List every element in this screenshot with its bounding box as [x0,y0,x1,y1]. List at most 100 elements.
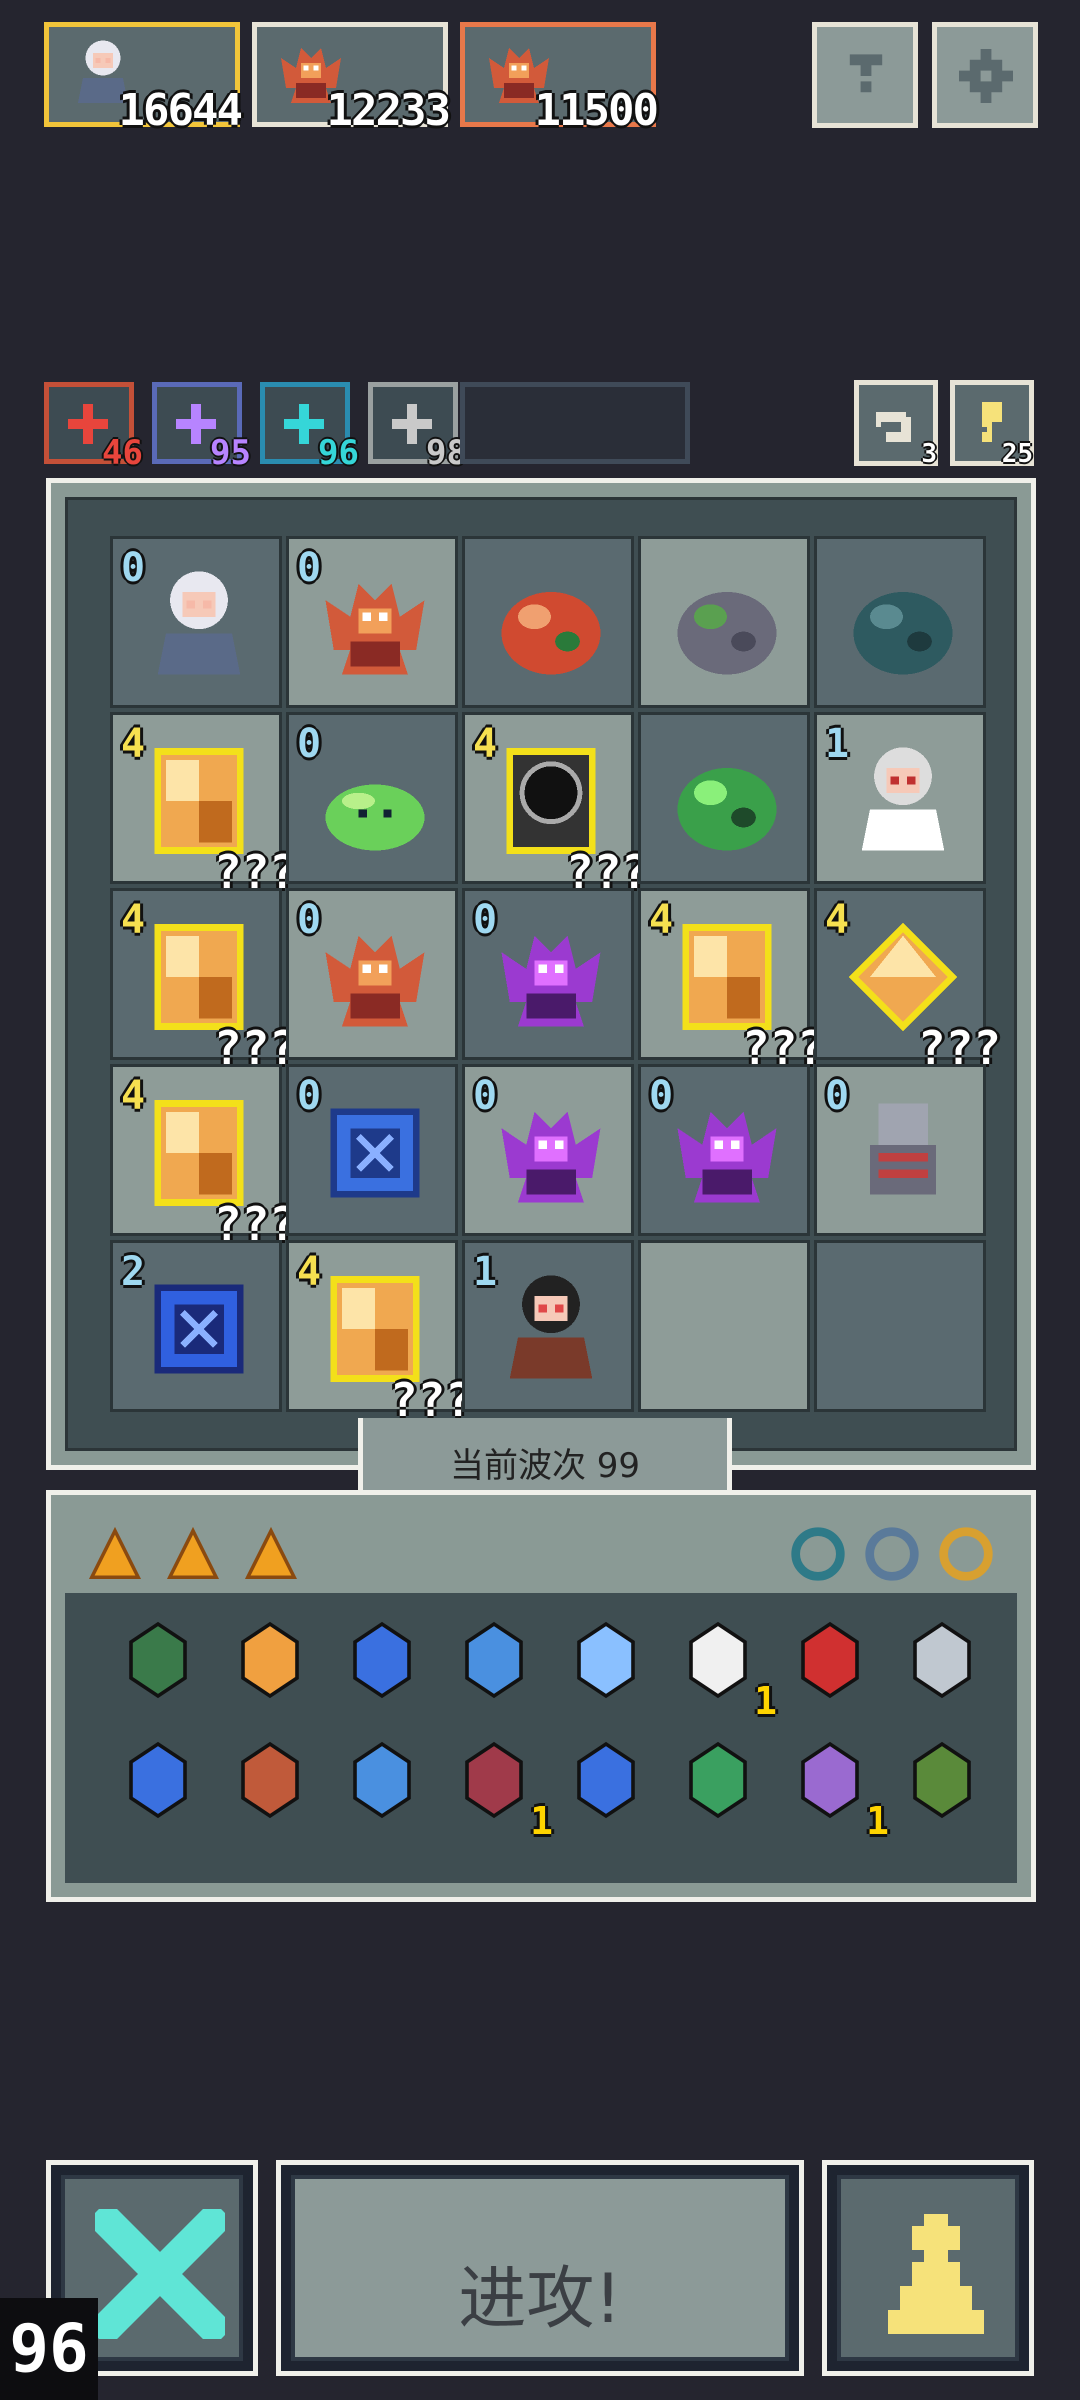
water-drop-card-icon [801,1621,859,1699]
help-button[interactable] [812,22,918,128]
item-count: 1 [754,1679,777,1723]
player-score: 16644 [118,85,243,136]
inventory-item[interactable] [897,1615,997,1715]
inventory-item[interactable] [225,1735,325,1835]
grid-cell[interactable] [462,536,634,708]
left-counter: 96 [0,2298,98,2400]
grid-cell[interactable]: 0 [638,1064,810,1236]
key-button[interactable]: 25 [950,380,1034,469]
close-icon [95,2209,225,2339]
inventory-tab[interactable] [241,1525,301,1583]
inventory-item[interactable] [449,1615,549,1715]
unit-level: 0 [297,721,322,767]
inventory-tab[interactable] [163,1525,223,1583]
tool-count: 3 [921,439,937,469]
grid-cell[interactable]: 4??? [110,1064,297,1251]
grid-cell[interactable]: 0 [110,536,282,708]
player-portrait[interactable]: 16644 [44,22,243,136]
inventory-panel: 1 1 1 [46,1490,1036,1902]
purple-dragon-icon [501,935,601,1027]
grid-cell[interactable]: 0 [462,888,634,1060]
inventory-filter[interactable] [787,1523,849,1585]
grid-cell[interactable]: 0 [462,1064,634,1236]
inventory-tab[interactable] [85,1525,145,1583]
inventory-item[interactable] [673,1735,773,1835]
grid-cell[interactable]: 4??? [110,712,297,899]
scroll-icon [241,1621,299,1699]
inventory-filter[interactable] [935,1523,997,1585]
resource-count: 46 [102,433,143,473]
grid-cell[interactable]: 0 [814,1064,986,1236]
inventory-filter[interactable] [861,1523,923,1585]
blue-feather-icon [353,1741,411,1819]
attack-button[interactable]: 进攻! [276,2160,804,2376]
game-board: 0 0 4??? 0 4??? 1 4??? 0 0 4??? 4??? 4??? 0 0 0 0 2 4??? 1 [46,478,1036,1470]
white-wing-icon [689,1621,747,1699]
inventory-item[interactable] [561,1735,661,1835]
inventory-item[interactable] [337,1735,437,1835]
item-count: 1 [530,1799,553,1843]
hero-button[interactable] [822,2160,1034,2376]
grid-cell[interactable]: 0 [286,712,458,884]
player-portrait[interactable]: 11500 [460,22,659,136]
cheese-icon [244,1526,298,1579]
inventory-item[interactable] [113,1615,213,1715]
blue-ghost-icon [577,1741,635,1819]
purple-dragon-icon [501,1111,601,1203]
unit-level: 4 [121,721,146,767]
unit-level: 0 [297,1073,322,1119]
grid-cell[interactable] [638,1240,810,1412]
grid-cell[interactable] [638,536,810,708]
grid-cell[interactable]: 0 [286,888,458,1060]
inventory-item[interactable]: 1 [673,1615,777,1723]
pawn-icon [888,2214,984,2334]
inventory-item[interactable] [785,1615,885,1715]
grid-cell[interactable]: 0 [286,536,458,708]
player-portrait[interactable]: 12233 [252,22,451,136]
inventory-item[interactable] [561,1615,661,1715]
resource-slot[interactable]: 96 [260,382,359,473]
unit-level: 4 [825,897,850,943]
grid-cell[interactable] [814,536,986,708]
inventory-item[interactable] [897,1735,997,1835]
inventory-item[interactable]: 1 [785,1735,889,1843]
unit-level: 0 [121,545,146,591]
item-count: 1 [866,1799,889,1843]
white-hair-girl-icon [157,571,241,675]
unit-level: 1 [473,1249,498,1295]
grid-cell[interactable]: 4??? [638,888,825,1075]
blue-clock-lantern-icon [154,1284,244,1374]
amulet-icon [939,1527,993,1581]
inventory-item[interactable]: 1 [449,1735,553,1843]
resource-slot[interactable]: 46 [44,382,143,473]
turtle-shell-icon [129,1621,187,1699]
grid-cell[interactable]: 1 [462,1240,634,1412]
resource-slot[interactable]: 95 [152,382,251,473]
resource-slot[interactable]: 98 [368,382,467,473]
potion-jar-icon [865,1527,919,1581]
unit-level: 4 [473,721,498,767]
grid-cell[interactable]: 1 [814,712,986,884]
grid-cell[interactable]: 4??? [110,888,297,1075]
grid-cell[interactable]: 0 [286,1064,458,1236]
settings-button[interactable] [932,22,1038,128]
inventory-item[interactable] [225,1615,325,1715]
unit-level: 0 [297,545,322,591]
grid-cell[interactable]: 4??? [286,1240,473,1427]
ring-icon [791,1527,845,1581]
undo-button[interactable]: 3 [854,380,938,469]
dragon-medal-icon [465,1741,523,1819]
silver-swirl-icon [913,1621,971,1699]
grid-cell[interactable] [638,712,810,884]
grid-cell[interactable]: 4??? [814,888,1001,1075]
grid-cell[interactable]: 4??? [462,712,649,899]
grid-cell[interactable] [814,1240,986,1412]
unit-level: 4 [649,897,674,943]
resource-count: 95 [210,433,251,473]
ice-crystal-icon [577,1621,635,1699]
unit-level: 0 [825,1073,850,1119]
inventory-item[interactable] [337,1615,437,1715]
moss-rock-icon [677,592,777,675]
grid-cell[interactable]: 2 [110,1240,282,1412]
inventory-item[interactable] [113,1735,213,1835]
